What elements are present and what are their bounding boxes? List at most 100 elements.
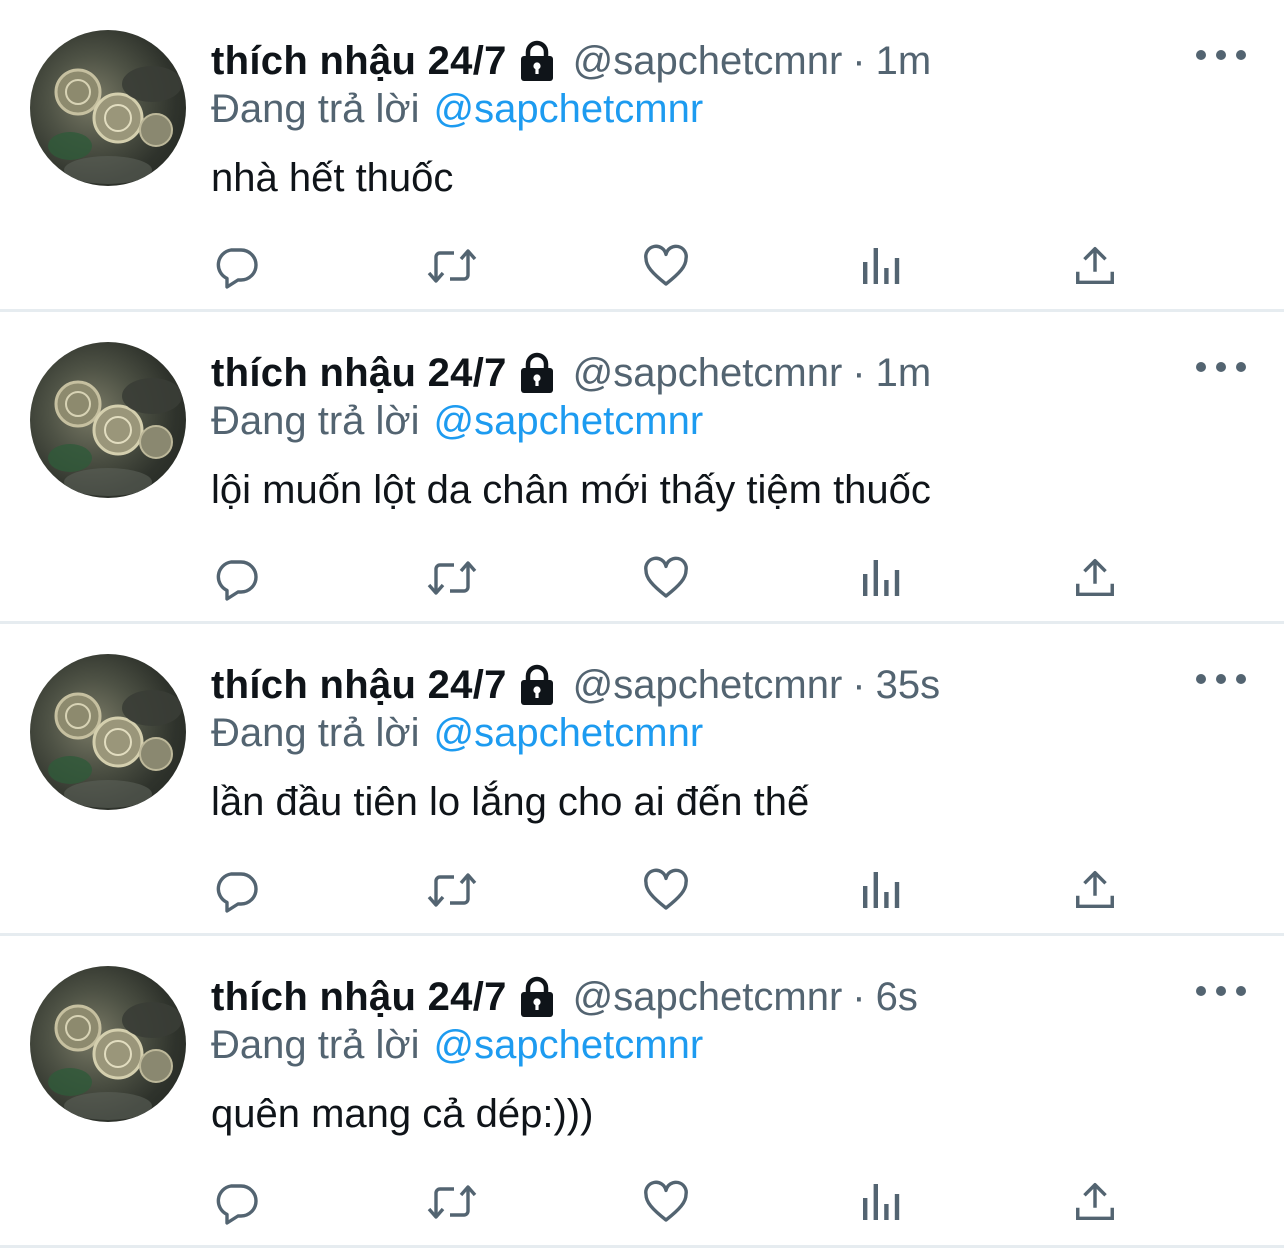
tweet-text: quên mang cả dép:))) (211, 1092, 594, 1136)
heart-icon (644, 868, 688, 910)
more-dot (1216, 674, 1226, 684)
heart-icon (644, 556, 688, 598)
reply-button[interactable] (207, 1174, 267, 1230)
replying-label: Đang trả lời (211, 1022, 420, 1067)
timestamp[interactable]: 1m (876, 351, 932, 396)
more-icon[interactable] (1196, 352, 1246, 382)
share-button[interactable] (1065, 1174, 1125, 1230)
display-name[interactable]: thích nhậu 24/7 (211, 663, 507, 708)
share-icon (1076, 871, 1114, 909)
more-dot (1196, 674, 1206, 684)
separator-dot: · (852, 662, 866, 707)
more-dot (1196, 986, 1206, 996)
like-button[interactable] (636, 862, 696, 918)
handle[interactable]: @sapchetcmnr (573, 39, 843, 84)
tweet[interactable]: thích nhậu 24/7 @sapchetcmnr · 35s Đang … (0, 624, 1284, 936)
retweet-icon (427, 249, 477, 283)
display-name[interactable]: thích nhậu 24/7 (211, 975, 507, 1020)
replying-label: Đang trả lời (211, 710, 420, 755)
reply-icon (216, 872, 258, 913)
replying-label: Đang trả lời (211, 398, 420, 443)
avatar[interactable] (30, 342, 186, 498)
replying-to-handle[interactable]: @sapchetcmnr (434, 711, 704, 756)
tweet[interactable]: thích nhậu 24/7 @sapchetcmnr · 6s Đang t… (0, 936, 1284, 1248)
retweet-icon (427, 873, 477, 907)
share-icon (1076, 247, 1114, 285)
views-button[interactable] (851, 862, 911, 918)
lock-icon (517, 663, 557, 707)
views-button[interactable] (851, 238, 911, 294)
more-icon[interactable] (1196, 976, 1246, 1006)
tweet-text: lội muốn lột da chân mới thấy tiệm thuốc (211, 468, 931, 512)
like-button[interactable] (636, 238, 696, 294)
tweet-header: thích nhậu 24/7 @sapchetcmnr · 1m (211, 348, 931, 398)
share-button[interactable] (1065, 550, 1125, 606)
more-dot (1196, 362, 1206, 372)
reply-button[interactable] (207, 238, 267, 294)
replying-to-handle[interactable]: @sapchetcmnr (434, 399, 704, 444)
more-dot (1236, 50, 1246, 60)
reply-icon (216, 560, 258, 601)
reply-button[interactable] (207, 862, 267, 918)
timestamp[interactable]: 6s (876, 975, 918, 1020)
tweet-header: thích nhậu 24/7 @sapchetcmnr · 35s (211, 660, 940, 710)
share-button[interactable] (1065, 238, 1125, 294)
avatar-image (48, 690, 182, 808)
reply-button[interactable] (207, 550, 267, 606)
replying-to: Đang trả lời @sapchetcmnr (211, 84, 703, 134)
retweet-button[interactable] (422, 1174, 482, 1230)
avatar[interactable] (30, 654, 186, 810)
tweet[interactable]: thích nhậu 24/7 @sapchetcmnr · 1m Đang t… (0, 312, 1284, 624)
timestamp[interactable]: 35s (876, 663, 941, 708)
analytics-icon (863, 872, 900, 908)
more-dot (1216, 362, 1226, 372)
heart-icon (644, 244, 688, 286)
retweet-icon (427, 1185, 477, 1219)
share-button[interactable] (1065, 862, 1125, 918)
replying-label: Đang trả lời (211, 86, 420, 131)
handle[interactable]: @sapchetcmnr (573, 663, 843, 708)
analytics-icon (863, 248, 900, 284)
more-dot (1216, 986, 1226, 996)
replying-to-handle[interactable]: @sapchetcmnr (434, 1023, 704, 1068)
tweet[interactable]: thích nhậu 24/7 @sapchetcmnr · 1m Đang t… (0, 0, 1284, 312)
reply-icon (216, 248, 258, 289)
avatar-image (48, 1002, 182, 1120)
handle[interactable]: @sapchetcmnr (573, 351, 843, 396)
more-icon[interactable] (1196, 664, 1246, 694)
analytics-icon (863, 560, 900, 596)
separator-dot: · (852, 974, 866, 1019)
lock-icon (517, 39, 557, 83)
avatar[interactable] (30, 966, 186, 1122)
lock-icon (517, 351, 557, 395)
avatar-image (48, 378, 182, 496)
separator-dot: · (852, 350, 866, 395)
replying-to: Đang trả lời @sapchetcmnr (211, 708, 703, 758)
replying-to-handle[interactable]: @sapchetcmnr (434, 87, 704, 132)
more-dot (1236, 674, 1246, 684)
reply-icon (216, 1184, 258, 1225)
retweet-button[interactable] (422, 238, 482, 294)
like-button[interactable] (636, 550, 696, 606)
retweet-button[interactable] (422, 550, 482, 606)
views-button[interactable] (851, 1174, 911, 1230)
avatar[interactable] (30, 30, 186, 186)
timeline: thích nhậu 24/7 @sapchetcmnr · 1m Đang t… (0, 0, 1284, 1248)
handle[interactable]: @sapchetcmnr (573, 975, 843, 1020)
retweet-button[interactable] (422, 862, 482, 918)
display-name[interactable]: thích nhậu 24/7 (211, 39, 507, 84)
like-button[interactable] (636, 1174, 696, 1230)
tweet-header: thích nhậu 24/7 @sapchetcmnr · 6s (211, 972, 918, 1022)
more-icon[interactable] (1196, 40, 1246, 70)
tweet-text: lần đầu tiên lo lắng cho ai đến thế (211, 780, 810, 824)
more-dot (1216, 50, 1226, 60)
more-dot (1196, 50, 1206, 60)
tweet-text: nhà hết thuốc (211, 156, 454, 200)
more-dot (1236, 362, 1246, 372)
avatar-image (48, 66, 182, 184)
timestamp[interactable]: 1m (876, 39, 932, 84)
share-icon (1076, 1183, 1114, 1221)
lock-icon (517, 975, 557, 1019)
views-button[interactable] (851, 550, 911, 606)
display-name[interactable]: thích nhậu 24/7 (211, 351, 507, 396)
